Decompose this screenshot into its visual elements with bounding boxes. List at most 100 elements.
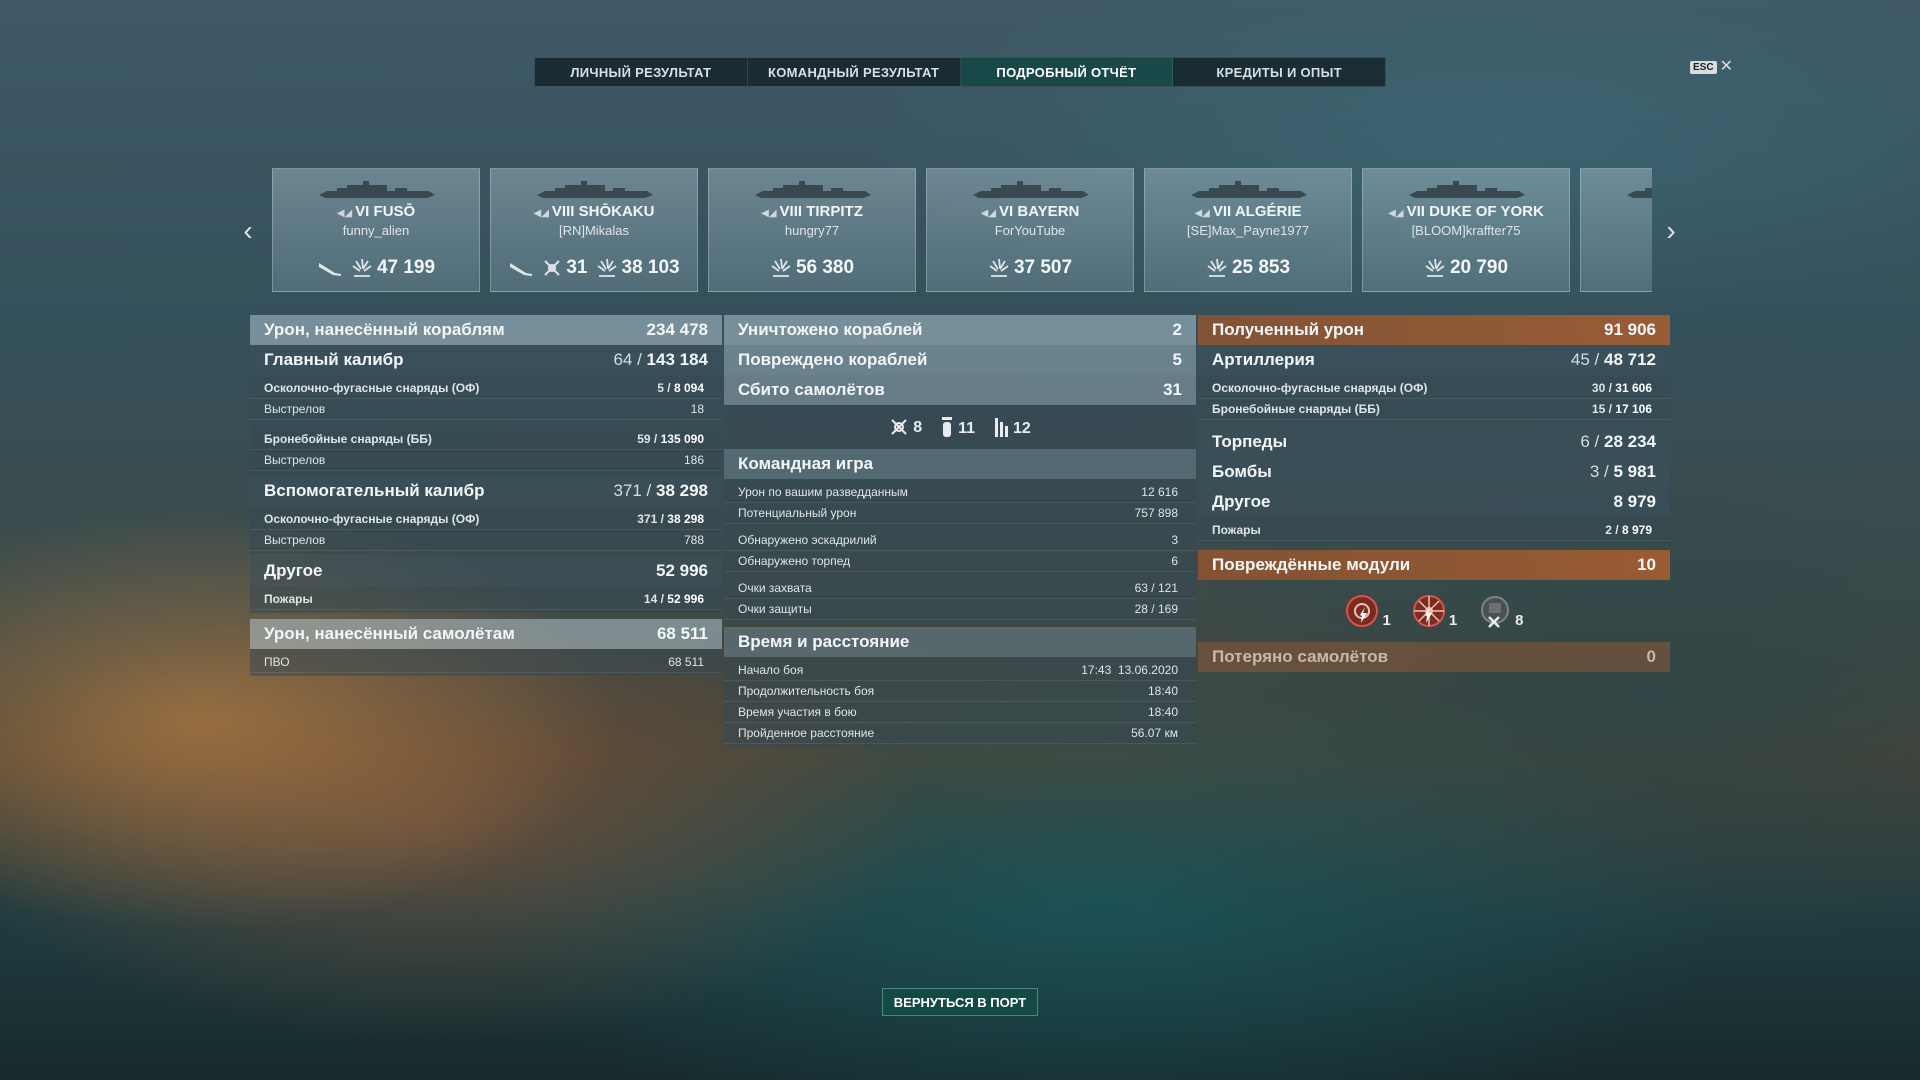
main-caliber-details: Осколочно-фугасные снаряды (ОФ) 5 / 8 094…	[250, 375, 722, 423]
ship-card[interactable]: ◀◢ VI FUSŌ funny_alien 47 199	[272, 168, 480, 292]
received-fires-details: Пожары 2 / 8 979	[1198, 517, 1670, 544]
art-he-row: Осколочно-фугасные снаряды (ОФ) 30 / 31 6…	[1198, 378, 1670, 399]
ship-tier: VI	[355, 203, 370, 220]
player-name: ForYouTube	[994, 223, 1066, 238]
damage-ships-value: 234 478	[646, 320, 708, 339]
ship-silhouette-icon	[1407, 179, 1527, 199]
ship-card[interactable]: ◀◢V	[1580, 168, 1652, 292]
results-panel: Уничтожено кораблей 2 Повреждено кораблей…	[724, 315, 1196, 747]
damaged-row: Повреждено кораблей 5	[724, 345, 1196, 375]
damage-received-panel: Полученный урон 91 906 Артиллерия 45 / 48 …	[1198, 315, 1670, 672]
ship-stats: 56 380	[709, 257, 915, 279]
team-play-header: Командная игра	[724, 449, 1196, 479]
ship-name: ◀◢ VII ALGÉRIE	[1145, 203, 1351, 220]
ship-title: SHŌKAKU	[578, 203, 655, 220]
damage-stat: 38 103	[596, 257, 680, 279]
player-name: [BLOOM]kraffter75	[1411, 223, 1521, 238]
main-he-row: Осколочно-фугасные снаряды (ОФ) 5 / 8 094	[250, 378, 722, 399]
steering-damaged-icon	[1412, 595, 1445, 627]
aa-row: ПВО 68 511	[250, 652, 722, 673]
turret-module: 8	[1477, 593, 1524, 629]
ship-title: FUSŌ	[373, 203, 416, 220]
time-distance-header: Время и расстояние	[724, 627, 1196, 657]
return-to-port-button[interactable]: ВЕРНУТЬСЯ В ПОРТ	[882, 988, 1038, 1016]
fires-row: Пожары 14 / 52 996	[250, 589, 722, 610]
ship-silhouette-icon	[317, 179, 437, 199]
ship-card[interactable]: ◀◢ VII ALGÉRIE [SE]Max_Payne1977 25 853	[1144, 168, 1352, 292]
tab-team-result[interactable]: КОМАНДНЫЙ РЕЗУЛЬТАТ	[748, 58, 961, 86]
carousel-prev-button[interactable]: ‹	[238, 216, 258, 246]
time-distance-details: Начало боя 17:43 13.06.2020 Продолжительн…	[724, 657, 1196, 747]
ship-class-icon: ◀◢	[1388, 208, 1404, 219]
ship-tier: VIII	[551, 203, 575, 220]
planes-shot-stat: 31	[542, 257, 588, 279]
ship-stats: 25 853	[1145, 257, 1351, 279]
damage-stat: 20 790	[1424, 257, 1508, 279]
damage-icon	[988, 257, 1010, 279]
time-in-battle-row: Время участия в бою 18:40	[724, 702, 1196, 723]
other-damage-row: Другое 52 996	[250, 556, 722, 586]
defense-points-row: Очки защиты 28 / 169	[724, 599, 1196, 620]
damage-value: 56 380	[795, 257, 855, 278]
damage-icon	[351, 257, 373, 279]
turret-count: 8	[1515, 612, 1524, 629]
battle-duration-row: Продолжительность боя 18:40	[724, 681, 1196, 702]
bomber-icon	[942, 417, 953, 437]
ship-title: DUKE OF YORK	[1429, 203, 1544, 220]
torpedo-bomber-icon	[995, 418, 1009, 437]
damage-dealt-panel: Урон, нанесённый кораблям 234 478 Главны…	[250, 315, 722, 676]
module-icons: 1 1 8	[1198, 580, 1670, 642]
ship-card[interactable]: ◀◢ VI BAYERN ForYouTube 37 507	[926, 168, 1134, 292]
main-ap-details: Бронебойные снаряды (ББ) 59 / 135 090 Выс…	[250, 423, 722, 474]
planes-shot-row: Сбито самолётов 31	[724, 375, 1196, 405]
ship-card[interactable]: ◀◢ VIII TIRPITZ hungry77 56 380	[708, 168, 916, 292]
main-caliber-row: Главный калибр 64 / 143 184	[250, 345, 722, 375]
report-tabs: ЛИЧНЫЙ РЕЗУЛЬТАТ КОМАНДНЫЙ РЕЗУЛЬТАТ ПОД…	[534, 57, 1386, 87]
potential-damage-row: Потенциальный урон 757 898	[724, 503, 1196, 524]
damage-value: 25 853	[1231, 257, 1291, 278]
tab-personal-result[interactable]: ЛИЧНЫЙ РЕЗУЛЬТАТ	[535, 58, 748, 86]
ship-name: ◀◢ VI BAYERN	[927, 203, 1133, 220]
battle-start-row: Начало боя 17:43 13.06.2020	[724, 660, 1196, 681]
ship-card[interactable]: ◀◢ VII DUKE OF YORK [BLOOM]kraffter75 20 79…	[1362, 168, 1570, 292]
player-name: funny_alien	[342, 223, 410, 238]
modules-header: Повреждённые модули 10	[1198, 550, 1670, 580]
ship-name: ◀◢ VI FUSŌ	[273, 203, 479, 220]
ship-stats: 31 38 103	[491, 257, 697, 279]
ship-class-icon: ◀◢	[533, 208, 549, 219]
damage-planes-header: Урон, нанесённый самолётам 68 511	[250, 619, 722, 649]
player-name: hungry77	[784, 223, 840, 238]
fighter-count: 8	[913, 419, 923, 436]
torpedo-bomber-ribbon: 12	[993, 416, 1031, 438]
ship-class-icon: ◀◢	[761, 208, 777, 219]
carousel-next-button[interactable]: ›	[1661, 216, 1681, 246]
damage-value: 47 199	[376, 257, 436, 278]
ship-stats: 47 199	[273, 257, 479, 279]
damage-stat: 56 380	[770, 257, 854, 279]
ship-name: ◀◢V	[1581, 203, 1652, 220]
close-button[interactable]: ESC ✕	[1690, 59, 1733, 75]
distance-row: Пройденное расстояние 56.07 км	[724, 723, 1196, 744]
damage-value: 38 103	[621, 257, 680, 278]
damage-icon	[596, 257, 618, 279]
ship-class-icon: ◀◢	[1194, 208, 1210, 219]
ship-class-icon: ◀◢	[336, 208, 353, 219]
tab-credits-xp[interactable]: КРЕДИТЫ И ОПЫТ	[1173, 58, 1385, 86]
received-header: Полученный урон 91 906	[1198, 315, 1670, 345]
damage-stat: 25 853	[1206, 257, 1290, 279]
player-name: [RN]Mikalas	[558, 223, 630, 238]
destroyed-row: Уничтожено кораблей 2	[724, 315, 1196, 345]
bombs-row: Бомбы 3 / 5 981	[1198, 457, 1670, 487]
main-ap-row: Бронебойные снаряды (ББ) 59 / 135 090	[250, 429, 722, 450]
torpedoes-row: Торпеды 6 / 28 234	[1198, 427, 1670, 457]
ship-silhouette-icon	[1625, 179, 1652, 199]
received-fires-row: Пожары 2 / 8 979	[1198, 520, 1670, 541]
ship-title: TIRPITZ	[806, 203, 863, 220]
art-ap-row: Бронебойные снаряды (ББ) 15 / 17 106	[1198, 399, 1670, 420]
ship-class-icon: ◀◢	[980, 208, 997, 219]
tab-detailed-report[interactable]: ПОДРОБНЫЙ ОТЧЁТ	[960, 58, 1174, 86]
ship-name: ◀◢ VIII TIRPITZ	[709, 203, 915, 220]
artillery-row: Артиллерия 45 / 48 712	[1198, 345, 1670, 375]
ship-card[interactable]: ◀◢ VIII SHŌKAKU [RN]Mikalas 31 38 103	[490, 168, 698, 292]
main-caliber-label: Главный калибр	[264, 350, 404, 369]
